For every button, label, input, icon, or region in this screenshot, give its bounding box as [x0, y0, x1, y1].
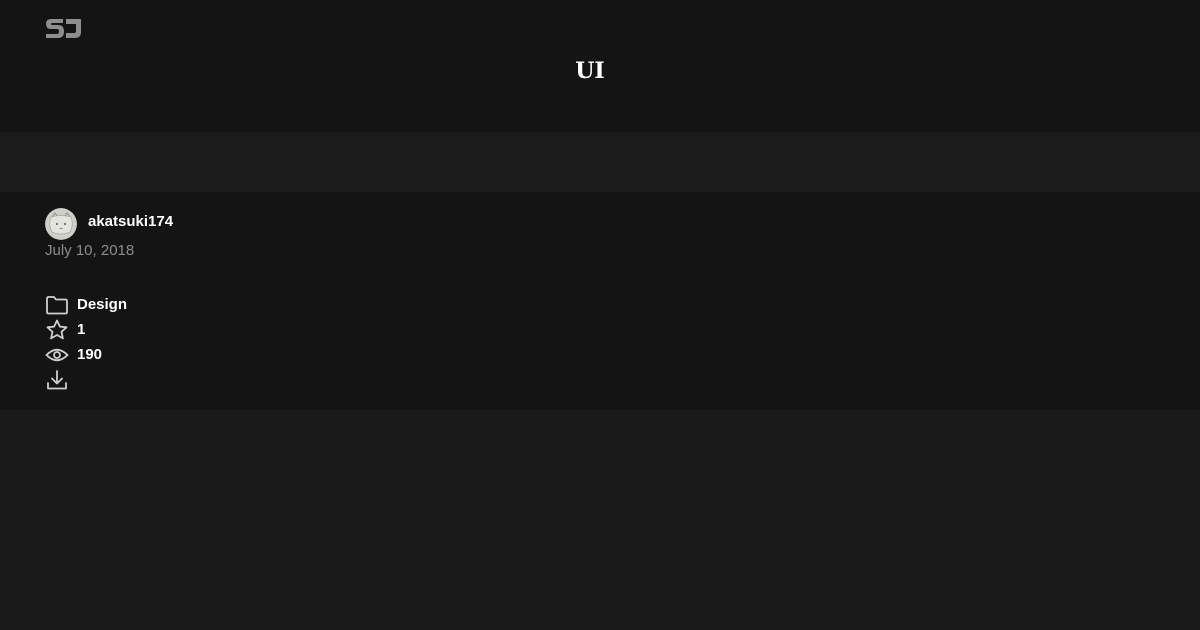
download-icon[interactable]: [45, 368, 69, 392]
avatar[interactable]: [45, 208, 77, 240]
star-icon: [45, 318, 69, 342]
logo-icon[interactable]: [45, 16, 83, 40]
page-title: UI: [575, 58, 605, 84]
post-info: akatsuki174 July 10, 2018 Design 1 190: [0, 192, 1200, 410]
post-date: July 10, 2018: [45, 242, 135, 259]
eye-icon: [45, 343, 69, 367]
category-row[interactable]: Design: [45, 293, 127, 317]
folder-icon: [45, 293, 69, 317]
download-row[interactable]: [45, 368, 69, 392]
author-name[interactable]: akatsuki174: [88, 212, 173, 232]
views-row: 190: [45, 343, 102, 367]
view-count: 190: [77, 346, 103, 363]
star-count: 1: [77, 321, 86, 338]
stars-row[interactable]: 1: [45, 318, 85, 342]
category-label: Design: [77, 296, 128, 313]
header: UI: [0, 0, 1200, 132]
divider-band: [0, 132, 1200, 192]
